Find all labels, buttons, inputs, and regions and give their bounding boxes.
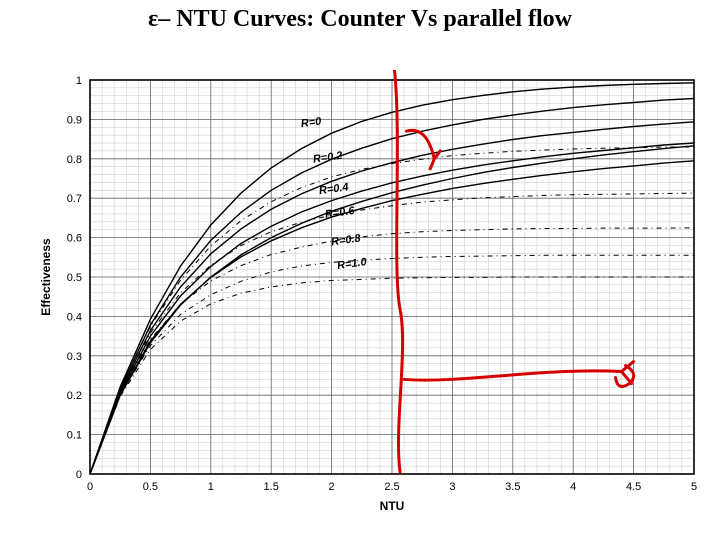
y-axis-label: Effectiveness <box>39 238 53 316</box>
effectiveness-ntu-chart: 0 0.5 1 1.5 2 2.5 3 3.5 4 4.5 5 0 0.1 0.2 0.3 0.4 0.5 0.6… <box>36 70 706 520</box>
epsilon-symbol: ε– <box>148 6 176 32</box>
y-tick-label: 0 <box>76 469 82 481</box>
page-title: ε– NTU Curves: Counter Vs parallel flow <box>0 6 720 33</box>
x-axis-label: NTU <box>380 499 405 513</box>
x-tick-label: 3 <box>449 481 455 493</box>
x-tick-label: 5 <box>691 481 697 493</box>
y-tick-label: 0.4 <box>67 311 82 323</box>
y-tick-label: 0.8 <box>67 154 82 166</box>
x-tick-label: 3.5 <box>505 481 520 493</box>
title-text: NTU Curves: Counter Vs parallel flow <box>176 6 572 32</box>
x-tick-label: 0.5 <box>143 481 158 493</box>
y-tick-label: 0.3 <box>67 351 82 363</box>
y-tick-label: 1 <box>76 75 82 87</box>
y-tick-label: 0.9 <box>67 114 82 126</box>
x-tick-label: 4 <box>570 481 576 493</box>
y-tick-label: 0.7 <box>67 193 82 205</box>
y-tick-label: 0.2 <box>67 390 82 402</box>
x-tick-label: 4.5 <box>626 481 641 493</box>
x-tick-label: 2 <box>329 481 335 493</box>
y-tick-label: 0.5 <box>67 272 82 284</box>
y-tick-label: 0.1 <box>67 430 82 442</box>
x-tick-label: 1.5 <box>264 481 279 493</box>
chart-container: 0 0.5 1 1.5 2 2.5 3 3.5 4 4.5 5 0 0.1 0.2 0.3 0.4 0.5 0.6… <box>36 70 706 520</box>
x-tick-label: 0 <box>87 481 93 493</box>
y-tick-label: 0.6 <box>67 233 82 245</box>
x-tick-label: 1 <box>208 481 214 493</box>
x-tick-label: 2.5 <box>384 481 399 493</box>
